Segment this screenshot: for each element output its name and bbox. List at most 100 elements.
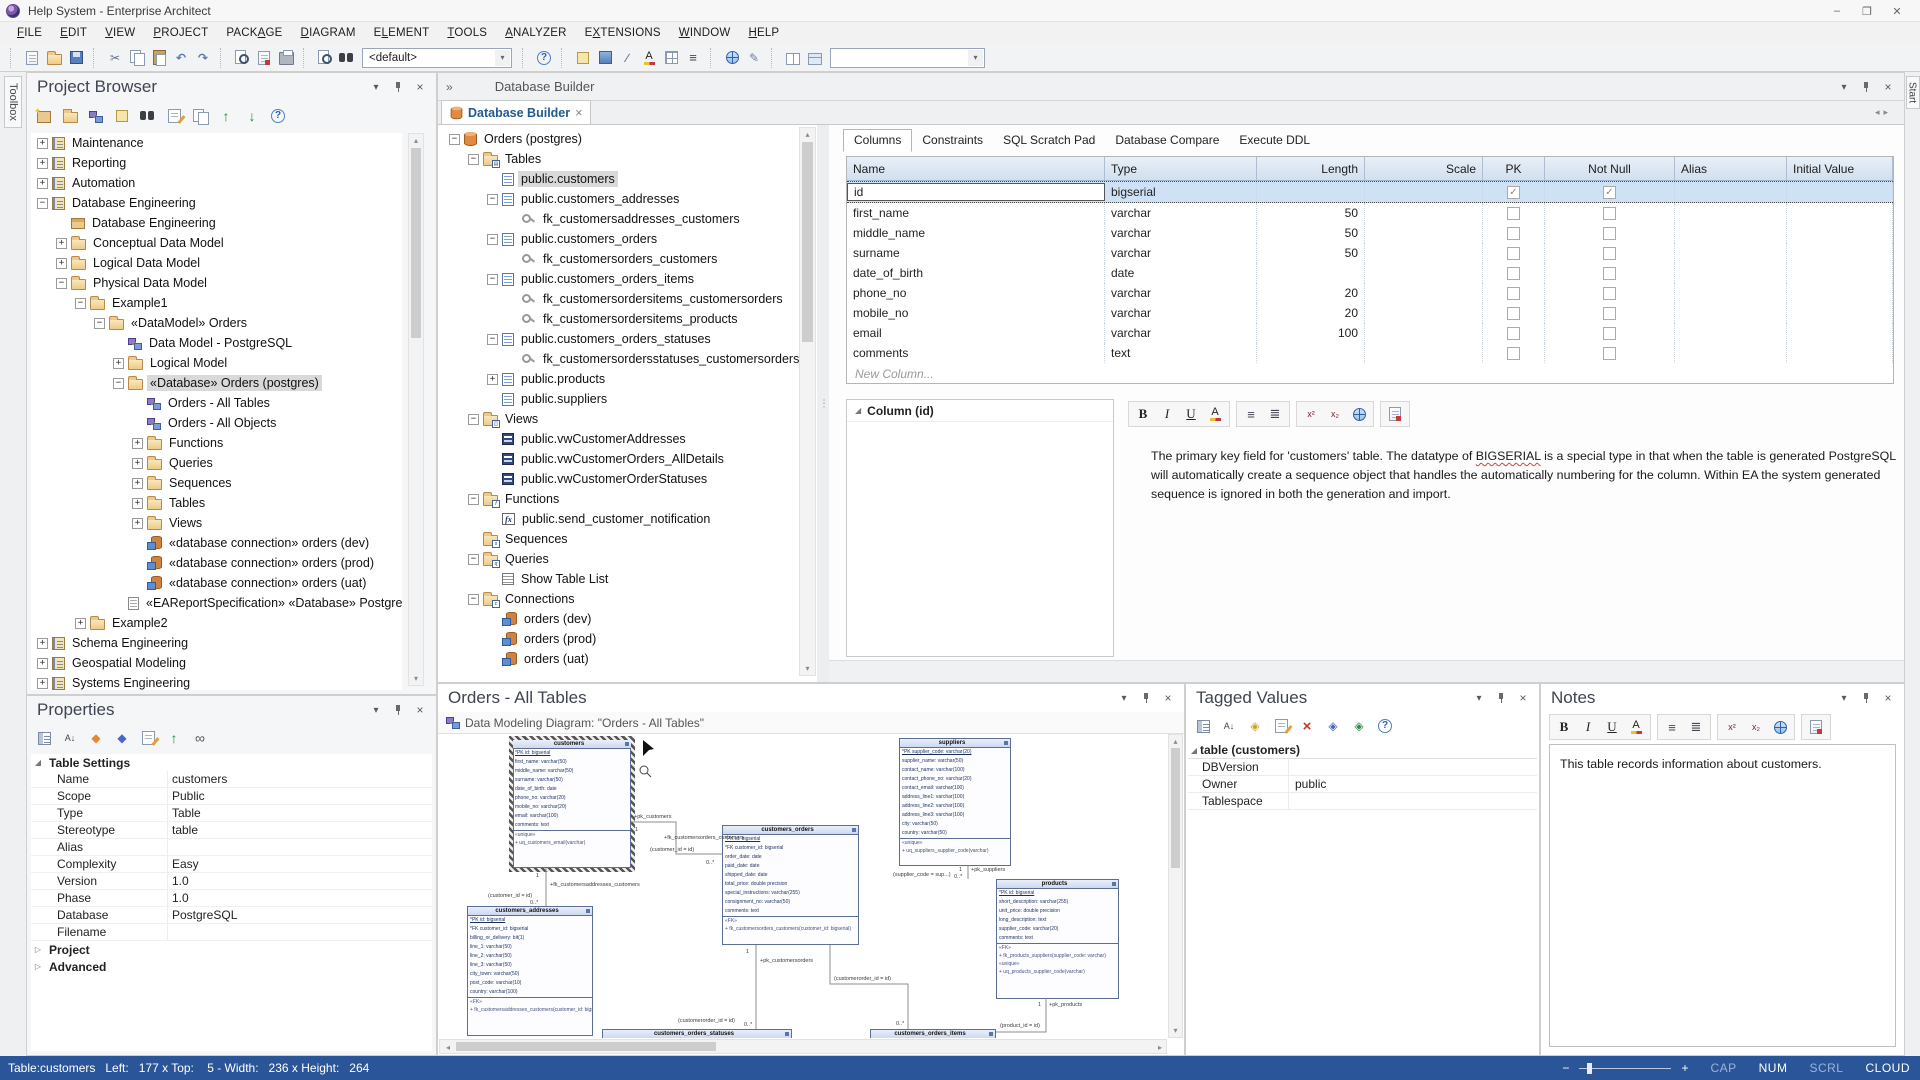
expander-icon[interactable]: −	[487, 194, 498, 205]
help-icon[interactable]	[267, 105, 289, 127]
tree-item[interactable]: public.vwCustomerOrders_AllDetails	[443, 449, 799, 469]
not-null-checkbox[interactable]	[1603, 207, 1616, 220]
sort-icon[interactable]	[1218, 715, 1240, 737]
tagged-value-row[interactable]: Ownerpublic	[1188, 776, 1537, 793]
undo-icon[interactable]	[170, 47, 192, 69]
panel-menu-icon[interactable]	[1836, 80, 1852, 94]
tree-item[interactable]: fk_customersordersstatuses_customersorde…	[443, 349, 799, 369]
new-file-icon[interactable]	[21, 47, 43, 69]
property-row[interactable]: Filename	[31, 924, 432, 941]
entity-customers_orders_items[interactable]: customers_orders_items*PK customerorder_…	[870, 1029, 996, 1038]
toolbox-tab[interactable]: Toolbox	[4, 76, 22, 128]
property-group-row[interactable]: ▷Project	[31, 941, 432, 958]
grid-row[interactable]: commentstext	[847, 343, 1893, 363]
help-icon[interactable]	[1374, 715, 1396, 737]
tree-item[interactable]: +Logical Model	[31, 353, 402, 373]
pk-checkbox[interactable]	[1507, 207, 1520, 220]
not-null-checkbox[interactable]: ✓	[1603, 186, 1616, 199]
menu-element[interactable]: ELEMENT	[365, 27, 439, 39]
tagged-value-row[interactable]: Tablespace	[1188, 793, 1537, 810]
split-view-icon[interactable]	[782, 47, 804, 69]
not-null-checkbox[interactable]	[1603, 267, 1616, 280]
expander-icon[interactable]: +	[132, 498, 143, 509]
pin-icon[interactable]	[390, 703, 406, 717]
tree-item[interactable]: Orders - All Objects	[31, 413, 402, 433]
paste-icon[interactable]	[148, 47, 170, 69]
tab-sql-scratch-pad[interactable]: SQL Scratch Pad	[993, 130, 1105, 151]
entity-products[interactable]: products*PK id: bigserialshort_descripti…	[996, 879, 1119, 999]
property-value[interactable]: 1.0	[167, 890, 432, 906]
grid-row[interactable]: idbigserial✓✓	[847, 181, 1893, 203]
grid-row[interactable]: emailvarchar100	[847, 323, 1893, 343]
menu-diagram[interactable]: DIAGRAM	[292, 27, 365, 39]
expander-icon[interactable]: −	[468, 494, 479, 505]
numbered-list-icon[interactable]	[1685, 716, 1707, 738]
expander-icon[interactable]: −	[94, 318, 105, 329]
hyperlink-icon[interactable]	[721, 47, 743, 69]
maximize-button[interactable]: ❐	[1852, 0, 1882, 22]
tree-item[interactable]: −Physical Data Model	[31, 273, 402, 293]
grid-icon[interactable]	[660, 47, 682, 69]
pin-icon[interactable]	[1858, 691, 1874, 705]
tree-item[interactable]: −cConnections	[443, 589, 799, 609]
column-header[interactable]: Length	[1257, 157, 1365, 180]
expander-icon[interactable]: −	[75, 298, 86, 309]
tree-item[interactable]: Show Table List	[443, 569, 799, 589]
column-header[interactable]: Initial Value	[1787, 157, 1893, 180]
subscript-icon[interactable]	[1745, 716, 1767, 738]
tree-item[interactable]: −public.customers_addresses	[443, 189, 799, 209]
tree-item[interactable]: fxpublic.send_customer_notification	[443, 509, 799, 529]
pk-checkbox[interactable]	[1507, 287, 1520, 300]
tree-item[interactable]: fk_customersaddresses_customers	[443, 209, 799, 229]
tree-item[interactable]: +Tables	[31, 493, 402, 513]
expander-icon[interactable]: +	[37, 658, 48, 669]
property-value[interactable]: 1.0	[167, 873, 432, 889]
menu-window[interactable]: WINDOW	[670, 27, 740, 39]
property-value[interactable]	[167, 839, 432, 855]
font-color-icon[interactable]	[1204, 403, 1226, 425]
panel-close-icon[interactable]	[1880, 80, 1896, 94]
expander-icon[interactable]: −	[37, 198, 48, 209]
numbered-list-icon[interactable]	[1264, 403, 1286, 425]
menu-extensions[interactable]: EXTENSIONS	[576, 27, 670, 39]
expander-icon[interactable]: −	[468, 414, 479, 425]
new-document-icon[interactable]	[1384, 403, 1406, 425]
tree-item[interactable]: orders (dev)	[443, 609, 799, 629]
font-color-icon[interactable]	[638, 47, 660, 69]
bold-icon[interactable]	[1132, 403, 1154, 425]
new-element-icon[interactable]	[111, 105, 133, 127]
superscript-icon[interactable]	[1300, 403, 1322, 425]
pin-icon[interactable]	[1858, 80, 1874, 94]
property-row[interactable]: Alias	[31, 839, 432, 856]
grid-row[interactable]: phone_novarchar20	[847, 283, 1893, 303]
not-null-checkbox[interactable]	[1603, 327, 1616, 340]
grid-row[interactable]: date_of_birthdate	[847, 263, 1893, 283]
find-in-project-icon[interactable]	[314, 47, 336, 69]
diagram-vscrollbar[interactable]: ▴ ▾	[1168, 734, 1183, 1038]
tree-item[interactable]: −◫Views	[443, 409, 799, 429]
column-header[interactable]: Type	[1105, 157, 1257, 180]
expander-icon[interactable]: +	[487, 374, 498, 385]
tree-item[interactable]: −Orders (postgres)	[443, 129, 799, 149]
superscript-icon[interactable]	[1721, 716, 1743, 738]
panel-close-icon[interactable]	[412, 80, 428, 94]
expander-icon[interactable]: −	[487, 334, 498, 345]
bold-icon[interactable]	[1553, 716, 1575, 738]
tree-item[interactable]: −public.customers_orders_statuses	[443, 329, 799, 349]
expander-icon[interactable]: −	[468, 594, 479, 605]
expander-icon[interactable]: +	[37, 638, 48, 649]
tree-item[interactable]: fk_customersordersitems_customersorders	[443, 289, 799, 309]
categorized-icon[interactable]	[33, 727, 55, 749]
new-column-row[interactable]: New Column...	[847, 363, 1893, 385]
tab-scroll-icons[interactable]: ◂▸	[1875, 107, 1892, 118]
entity-customers[interactable]: customers*PK id: bigserialfirst_name: va…	[509, 736, 635, 872]
model-search-icon[interactable]	[336, 47, 358, 69]
entity-customers_orders[interactable]: customers_orders*PK id: bigserial*FK cus…	[722, 825, 859, 945]
delete-icon[interactable]	[1296, 715, 1318, 737]
underline-icon[interactable]	[1601, 716, 1623, 738]
pin-icon[interactable]	[1138, 691, 1154, 705]
tree-item[interactable]: «database connection» orders (dev)	[31, 533, 402, 553]
property-value[interactable]: Easy	[167, 856, 432, 872]
expander-icon[interactable]: −	[468, 554, 479, 565]
project-browser-scrollbar[interactable]: ▴ ▾	[408, 133, 424, 686]
